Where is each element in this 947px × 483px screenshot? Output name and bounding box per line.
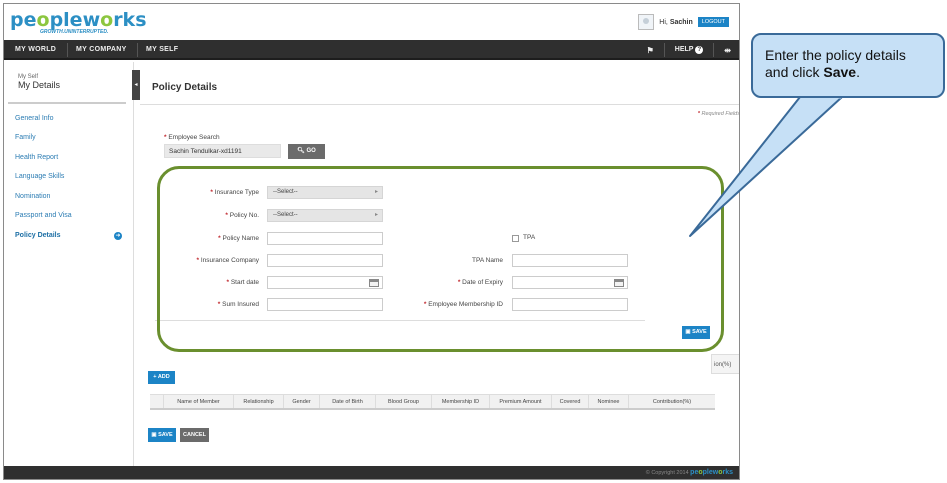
employee-membership-id-input[interactable]	[512, 298, 628, 311]
nav-my-world[interactable]: MY WORLD	[15, 40, 56, 60]
sidebar-item-passport-visa[interactable]: Passport and Visa	[15, 212, 72, 219]
floppy-disk-icon: ▣	[151, 432, 157, 438]
app-window: peopleworks GROWTH.UNINTERRUPTED. Hi, Sa…	[3, 3, 740, 480]
date-of-expiry-label: * Date of Expiry	[457, 279, 503, 286]
tpa-label: TPA	[523, 234, 536, 241]
logo-text: pe	[10, 9, 37, 31]
avatar[interactable]	[638, 14, 655, 30]
tpa-checkbox[interactable]	[512, 235, 519, 242]
policy-name-label: * Policy Name	[218, 235, 259, 242]
nav-divider	[67, 43, 68, 57]
policy-no-label: * Policy No.	[225, 212, 259, 219]
divider	[155, 320, 645, 321]
calendar-icon[interactable]	[369, 279, 379, 287]
peopleworks-logo[interactable]: peopleworks GROWTH.UNINTERRUPTED.	[10, 9, 147, 35]
search-icon: 🔍︎	[297, 148, 305, 154]
sidebar-header: My Self My Details	[8, 70, 126, 104]
required-note: * Required Fields	[697, 111, 740, 117]
sidebar-collapse-handle[interactable]: ◂	[132, 70, 140, 100]
insurance-type-label: * Insurance Type	[210, 189, 259, 196]
table-column-header: Covered	[552, 395, 589, 408]
greeting: Hi, Sachin	[659, 18, 693, 26]
sidebar-item-language-skills[interactable]: Language Skills	[15, 173, 64, 180]
insurance-company-label: * Insurance Company	[196, 257, 259, 264]
arrow-right-icon: ➜	[114, 232, 122, 240]
logo-text: w	[82, 9, 101, 31]
insurance-type-select[interactable]: --Select--	[267, 186, 383, 199]
main-content: Policy Details * Required Fields * Emplo…	[140, 62, 740, 468]
sidebar-item-policy-details[interactable]: Policy Details	[15, 232, 61, 239]
table-column-header: Date of Birth	[320, 395, 376, 408]
table-header-partial: ion(%)	[711, 354, 739, 374]
menu-toggle-icon[interactable]: ⇹	[724, 46, 731, 55]
calendar-icon[interactable]	[614, 279, 624, 287]
main-nav: MY WORLD MY COMPANY MY SELF ⚑ HELP ? ⇹	[4, 40, 739, 60]
form-save-button[interactable]: ▣ SAVE	[682, 326, 710, 339]
sidebar-item-general-info[interactable]: General Info	[15, 115, 54, 122]
copyright: © Copyright 2014 peopleworks	[646, 466, 733, 479]
nav-divider	[137, 43, 138, 57]
instruction-callout: Enter the policy details and click Save.	[751, 33, 945, 98]
flag-icon[interactable]: ⚑	[647, 46, 654, 55]
save-button[interactable]: ▣ SAVE	[148, 428, 176, 442]
table-column-header: Relationship	[234, 395, 284, 408]
help-icon: ?	[695, 46, 704, 54]
start-date-label: * Start date	[226, 279, 259, 286]
nav-divider	[663, 43, 665, 57]
sum-insured-input[interactable]	[267, 298, 383, 311]
table-column-header: Premium Amount	[490, 395, 552, 408]
table-column-header: Nominee	[589, 395, 629, 408]
sidebar-item-nomination[interactable]: Nomination	[15, 193, 50, 200]
policy-name-input[interactable]	[267, 232, 383, 245]
copyright-text: © Copyright 2014	[645, 470, 689, 476]
plus-icon: +	[153, 374, 157, 380]
sum-insured-label: * Sum Insured	[217, 301, 259, 308]
table-column-header	[150, 395, 164, 408]
nav-right-tools: ⚑ HELP ? ⇹	[647, 40, 731, 60]
employee-search-label: * Employee Search	[164, 134, 220, 141]
sidebar-section-label: My Self	[18, 74, 39, 80]
members-table-header: Name of Member Relationship Gender Date …	[150, 394, 715, 410]
app-header: peopleworks GROWTH.UNINTERRUPTED. Hi, Sa…	[4, 4, 739, 40]
page-title: Policy Details	[152, 82, 218, 93]
logo-text: o	[100, 9, 114, 31]
callout-bold-text: Save	[823, 64, 857, 80]
sidebar: My Self My Details General Info Family H…	[4, 62, 134, 468]
start-date-input[interactable]	[267, 276, 383, 289]
employee-search-input[interactable]	[164, 144, 281, 158]
cancel-button[interactable]: CANCEL	[180, 428, 209, 442]
sidebar-item-health-report[interactable]: Health Report	[15, 154, 58, 161]
go-button[interactable]: 🔍︎ GO	[288, 144, 325, 159]
table-column-header: Contribution(%)	[652, 399, 692, 405]
user-area: Hi, Sachin LOGOUT	[638, 14, 729, 30]
nav-my-self[interactable]: MY SELF	[146, 40, 178, 60]
logo-text: o	[36, 9, 50, 31]
divider	[140, 104, 739, 105]
sidebar-title: My Details	[18, 80, 61, 90]
table-column-header: Membership ID	[432, 395, 490, 408]
help-label: HELP	[674, 46, 694, 53]
table-column-header: Gender	[284, 395, 320, 408]
logo-text: ple	[49, 9, 83, 31]
chevron-left-icon: ◂	[134, 82, 138, 88]
tpa-name-input[interactable]	[512, 254, 628, 267]
sidebar-item-family[interactable]: Family	[15, 134, 36, 141]
table-column-header: Name of Member	[164, 395, 234, 408]
nav-my-company[interactable]: MY COMPANY	[76, 40, 127, 60]
callout-text: .	[856, 64, 860, 80]
help-link[interactable]: HELP ?	[675, 46, 704, 54]
tpa-name-label: TPA Name	[472, 257, 503, 264]
table-column-header: Blood Group	[376, 395, 432, 408]
add-row-button[interactable]: + ADD	[148, 371, 175, 384]
footer-logo: peopleworks	[690, 469, 733, 476]
insurance-company-input[interactable]	[267, 254, 383, 267]
date-of-expiry-input[interactable]	[512, 276, 628, 289]
floppy-disk-icon: ▣	[685, 329, 691, 335]
policy-no-select[interactable]: --Select--	[267, 209, 383, 222]
nav-divider	[713, 43, 715, 57]
logout-button[interactable]: LOGOUT	[697, 17, 729, 27]
employee-membership-id-label: * Employee Membership ID	[423, 301, 503, 308]
app-footer: © Copyright 2014 peopleworks	[4, 466, 739, 479]
logo-text: rks	[113, 9, 147, 31]
